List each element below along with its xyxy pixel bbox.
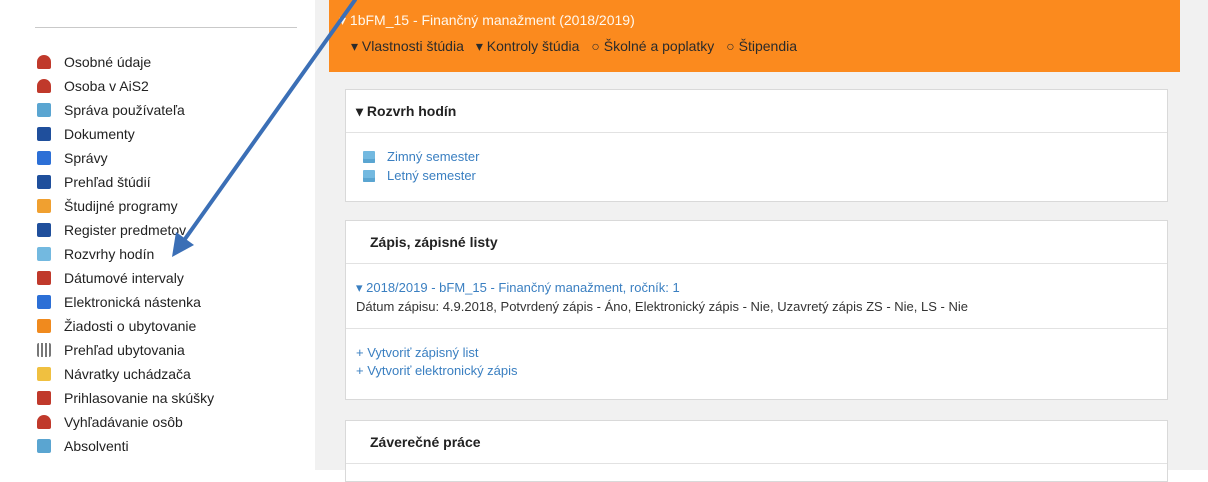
sidebar-item-navratky-uchadzaca[interactable]: Návratky uchádzača: [37, 362, 214, 386]
zaverecne-header: Záverečné práce: [346, 421, 1167, 464]
user-tree-icon: [37, 103, 51, 117]
sidebar: Osobné údaje Osoba v AiS2 Správa používa…: [0, 0, 315, 470]
briefcase-icon: [37, 223, 51, 237]
study-overview-icon: [37, 175, 51, 189]
sidebar-item-label: Osobné údaje: [64, 54, 152, 70]
sidebar-item-label: Osoba v AiS2: [64, 78, 149, 94]
sidebar-item-ziadosti-o-ubytovanie[interactable]: Žiadosti o ubytovanie: [37, 314, 214, 338]
sidebar-item-register-predmetov[interactable]: Register predmetov: [37, 218, 214, 242]
sidebar-item-spravy[interactable]: Správy: [37, 146, 214, 170]
sidebar-item-rozvrhy-hodin[interactable]: Rozvrhy hodín: [37, 242, 214, 266]
semester-row[interactable]: Zimný semester: [363, 147, 1157, 166]
sidebar-item-elektronicka-nastenka[interactable]: Elektronická nástenka: [37, 290, 214, 314]
person-icon: [37, 55, 51, 69]
sidebar-item-osoba-v-ais2[interactable]: Osoba v AiS2: [37, 74, 214, 98]
board-icon: [37, 295, 51, 309]
sidebar-divider: [35, 27, 297, 28]
sidebar-item-studijne-programy[interactable]: Študijné programy: [37, 194, 214, 218]
sidebar-item-label: Prihlasovanie na skúšky: [64, 390, 215, 406]
create-electronic-enrollment-link[interactable]: + Vytvoriť elektronický zápis: [356, 363, 1157, 378]
link-kontroly-studia[interactable]: ▾ Kontroly štúdia: [476, 38, 580, 55]
sidebar-item-label: Študijné programy: [64, 198, 178, 214]
semester-link[interactable]: Letný semester: [387, 168, 476, 183]
sidebar-item-label: Rozvrhy hodín: [64, 246, 155, 262]
sidebar-item-vyhladavanie-osob[interactable]: Vyhľadávanie osôb: [37, 410, 214, 434]
rozvrh-header[interactable]: ▾ Rozvrh hodín: [346, 90, 1167, 133]
sidebar-item-osobne-udaje[interactable]: Osobné údaje: [37, 50, 214, 74]
sidebar-menu: Osobné údaje Osoba v AiS2 Správa používa…: [37, 50, 214, 458]
rozvrh-body: Zimný semester Letný semester: [346, 133, 1167, 197]
sidebar-item-datumove-intervaly[interactable]: Dátumové intervaly: [37, 266, 214, 290]
link-stipendia[interactable]: ○ Štipendia: [726, 38, 797, 55]
sidebar-item-dokumenty[interactable]: Dokumenty: [37, 122, 214, 146]
list-icon: [37, 199, 51, 213]
sidebar-item-prehlad-studii[interactable]: Prehľad štúdií: [37, 170, 214, 194]
sidebar-item-label: Správy: [64, 150, 108, 166]
sidebar-item-prihlasovanie-na-skusky[interactable]: Prihlasovanie na skúšky: [37, 386, 214, 410]
enrollment-detail: Dátum zápisu: 4.9.2018, Potvrdený zápis …: [356, 299, 968, 314]
link-skolne-a-poplatky[interactable]: ○ Školné a poplatky: [591, 38, 714, 55]
calendar-icon: [37, 247, 51, 261]
sidebar-item-prehlad-ubytovania[interactable]: Prehľad ubytovania: [37, 338, 214, 362]
sidebar-item-label: Žiadosti o ubytovanie: [64, 318, 197, 334]
document-icon: [37, 127, 51, 141]
semester-row[interactable]: Letný semester: [363, 166, 1157, 185]
exam-icon: [37, 391, 51, 405]
graduates-icon: [37, 439, 51, 453]
create-enrollment-list-link[interactable]: + Vytvoriť zápisný list: [356, 345, 1157, 360]
sidebar-item-label: Prehľad ubytovania: [64, 342, 185, 358]
grid-icon: [37, 343, 51, 357]
person-search-icon: [37, 415, 51, 429]
sidebar-item-label: Návratky uchádzača: [64, 366, 191, 382]
sidebar-item-label: Register predmetov: [64, 222, 187, 238]
message-icon: [37, 151, 51, 165]
zaverecne-card: Záverečné práce: [345, 420, 1168, 482]
sidebar-item-absolventi[interactable]: Absolventi: [37, 434, 214, 458]
main-content: ▾ 1bFM_15 - Finančný manažment (2018/201…: [315, 0, 1208, 482]
zapis-card: Zápis, zápisné listy ▾ 2018/2019 - bFM_1…: [345, 220, 1168, 400]
zapis-actions: + Vytvoriť zápisný list + Vytvoriť elekt…: [346, 329, 1167, 390]
sidebar-item-label: Absolventi: [64, 438, 129, 454]
enrollment-link[interactable]: ▾ 2018/2019 - bFM_15 - Finančný manažmen…: [356, 280, 1157, 296]
sidebar-item-label: Správa používateľa: [64, 102, 185, 118]
study-links: ▾ Vlastnosti štúdia ▾ Kontroly štúdia ○ …: [351, 38, 797, 55]
sidebar-item-label: Dokumenty: [64, 126, 135, 142]
sidebar-item-label: Prehľad štúdií: [64, 174, 151, 190]
envelope-icon: [37, 367, 51, 381]
sidebar-item-label: Elektronická nástenka: [64, 294, 201, 310]
link-vlastnosti-studia[interactable]: ▾ Vlastnosti štúdia: [351, 38, 464, 55]
person-icon: [37, 79, 51, 93]
accommodation-icon: [37, 319, 51, 333]
calendar-icon: [363, 150, 375, 163]
study-header-bar: ▾ 1bFM_15 - Finančný manažment (2018/201…: [329, 0, 1180, 72]
sidebar-item-label: Vyhľadávanie osôb: [64, 414, 183, 430]
sidebar-item-sprava-pouzivatela[interactable]: Správa používateľa: [37, 98, 214, 122]
calendar-icon: [37, 271, 51, 285]
sidebar-item-label: Dátumové intervaly: [64, 270, 184, 286]
zapis-header: Zápis, zápisné listy: [346, 221, 1167, 264]
study-title[interactable]: ▾ 1bFM_15 - Finančný manažment (2018/201…: [339, 12, 635, 29]
semester-link[interactable]: Zimný semester: [387, 149, 479, 164]
zapis-entry: ▾ 2018/2019 - bFM_15 - Finančný manažmen…: [346, 264, 1167, 329]
rozvrh-card: ▾ Rozvrh hodín Zimný semester Letný seme…: [345, 89, 1168, 202]
calendar-icon: [363, 169, 375, 182]
